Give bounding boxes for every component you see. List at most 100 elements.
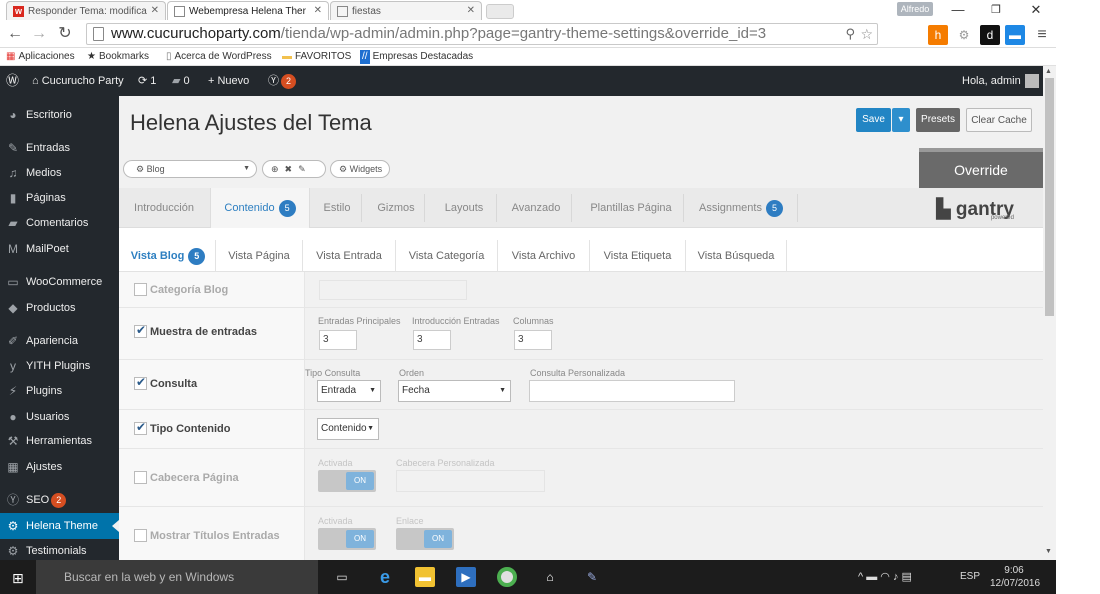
close-tab-icon[interactable]: ✕ xyxy=(151,5,159,16)
subtab-vista-entrada[interactable]: Vista Entrada xyxy=(303,240,396,272)
tab-gizmos[interactable]: Gizmos xyxy=(371,188,421,228)
subtab-vista-archivo[interactable]: Vista Archivo xyxy=(498,240,590,272)
tipo-contenido-checkbox[interactable] xyxy=(134,420,147,435)
bookmark-empresas[interactable]: //Empresas Destacadas xyxy=(360,50,473,64)
close-window-icon[interactable]: ✕ xyxy=(1024,2,1048,18)
restore-icon[interactable]: ❐ xyxy=(984,2,1008,18)
tray-icons[interactable]: ^ ▬ ◠ ♪ ▤ xyxy=(858,560,912,594)
save-button[interactable]: Save xyxy=(856,108,891,132)
sidebar-item-escritorio[interactable]: ◕ Escritorio xyxy=(0,102,119,128)
presets-button[interactable]: Presets xyxy=(916,108,960,132)
sidebar-item-helena-theme[interactable]: ⚙ Helena Theme xyxy=(0,513,119,539)
tab-avanzado[interactable]: Avanzado xyxy=(505,188,567,228)
sidebar-item-productos[interactable]: ◆ Productos xyxy=(0,295,119,321)
chrome-icon[interactable] xyxy=(497,567,517,587)
sidebar-item-seo[interactable]: Ⓨ SEO 2 xyxy=(0,487,119,513)
categoria-blog-checkbox[interactable] xyxy=(134,283,147,296)
reload-icon[interactable]: ↻ xyxy=(56,24,74,44)
categoria-blog-input[interactable] xyxy=(319,280,467,300)
browser-tab-responder[interactable]: w Responder Tema: modifica ✕ xyxy=(6,1,166,20)
edge-icon[interactable]: e xyxy=(375,567,395,587)
wordpress-logo-icon[interactable]: Ⓦ xyxy=(6,66,19,96)
override-actions[interactable]: ⊕✖✎ xyxy=(262,160,326,178)
task-view-icon[interactable]: ▭ xyxy=(332,567,352,587)
cabecera-personalizada-input[interactable] xyxy=(396,470,545,492)
extension-blue-icon[interactable]: ▬ xyxy=(1005,25,1025,45)
subtab-vista-blog[interactable]: Vista Blog 5 xyxy=(123,240,213,272)
scroll-down-icon[interactable]: ▼ xyxy=(1045,548,1052,555)
back-arrow-icon[interactable]: ← xyxy=(6,24,24,44)
edit-icon[interactable]: ✎ xyxy=(298,164,312,174)
titulos-enlace-toggle[interactable]: ON xyxy=(396,528,454,550)
language-indicator[interactable]: ESP xyxy=(960,560,980,594)
close-tab-icon[interactable]: ✕ xyxy=(314,5,322,16)
minimize-icon[interactable]: — xyxy=(946,2,970,18)
widgets-button[interactable]: ⚙ Widgets xyxy=(330,160,390,178)
titulos-activada-toggle[interactable]: ON xyxy=(318,528,376,550)
cabecera-pagina-checkbox[interactable] xyxy=(134,471,147,484)
extension-dark-icon[interactable]: d xyxy=(980,25,1000,45)
delete-icon[interactable]: ✖ xyxy=(285,164,299,174)
bookmark-bookmarks[interactable]: ★ Bookmarks xyxy=(87,50,149,64)
extension-gear-icon[interactable]: ⚙ xyxy=(954,25,974,45)
mostrar-titulos-checkbox[interactable] xyxy=(134,529,147,542)
windows-start-icon[interactable]: ⊞ xyxy=(12,570,24,587)
scroll-up-icon[interactable]: ▲ xyxy=(1045,68,1052,75)
sidebar-item-herramientas[interactable]: ⚒ Herramientas xyxy=(0,428,119,454)
tab-contenido[interactable]: Contenido 5 xyxy=(210,188,310,228)
entradas-principales-input[interactable]: 3 xyxy=(319,330,357,350)
bookmark-favoritos[interactable]: ▬ FAVORITOS xyxy=(282,50,351,64)
tab-estilo[interactable]: Estilo xyxy=(315,188,359,228)
consulta-personalizada-input[interactable] xyxy=(529,380,735,402)
browser-menu-icon[interactable]: ≡ xyxy=(1032,25,1052,45)
bookmark-wordpress[interactable]: ▯ Acerca de WordPress xyxy=(166,50,272,64)
tab-introduccion[interactable]: Introducción xyxy=(123,188,205,228)
sidebar-item-comentarios[interactable]: ▰ Comentarios xyxy=(0,210,119,236)
tab-assignments[interactable]: Assignments 5 xyxy=(691,188,791,228)
consulta-checkbox[interactable] xyxy=(134,375,147,390)
extension-orange-icon[interactable]: h xyxy=(928,25,948,45)
account-menu[interactable]: Hola, admin xyxy=(962,66,1039,96)
sidebar-item-plugins[interactable]: ⚡ Plugins xyxy=(0,378,119,404)
file-explorer-icon[interactable]: ▬ xyxy=(415,567,435,587)
store-icon[interactable]: ⌂ xyxy=(540,567,560,587)
subtab-vista-categoria[interactable]: Vista Categoría xyxy=(396,240,498,272)
new-content-link[interactable]: + Nuevo xyxy=(208,66,249,96)
introduccion-entradas-input[interactable]: 3 xyxy=(413,330,451,350)
add-icon[interactable]: ⊕ xyxy=(271,164,285,174)
new-tab-button[interactable] xyxy=(486,4,514,19)
sidebar-item-paginas[interactable]: ▮ Páginas xyxy=(0,185,119,211)
override-select[interactable]: ⚙ Blog ▼ xyxy=(123,160,257,178)
sidebar-item-apariencia[interactable]: ✐ Apariencia xyxy=(0,328,119,354)
sidebar-item-mailpoet[interactable]: M MailPoet xyxy=(0,236,119,262)
updates-link[interactable]: ⟳ 1 xyxy=(138,66,156,96)
browser-tab-webempresa[interactable]: Webempresa Helena Ther ✕ xyxy=(167,1,329,20)
sidebar-item-yith[interactable]: y YITH Plugins xyxy=(0,353,119,379)
tipo-consulta-select[interactable]: Entrada xyxy=(317,380,381,402)
star-icon[interactable]: ☆ xyxy=(860,24,873,44)
orden-select[interactable]: Fecha xyxy=(398,380,511,402)
sidebar-item-medios[interactable]: ♫ Medios xyxy=(0,160,119,186)
forward-arrow-icon[interactable]: → xyxy=(30,24,48,44)
taskbar-search[interactable]: Buscar en la web y en Windows xyxy=(36,560,318,594)
sidebar-item-usuarios[interactable]: ● Usuarios xyxy=(0,404,119,430)
profile-badge[interactable]: Alfredo xyxy=(897,2,933,16)
muestra-entradas-checkbox[interactable] xyxy=(134,323,147,338)
sidebar-item-entradas[interactable]: ✎ Entradas xyxy=(0,135,119,161)
columnas-input[interactable]: 3 xyxy=(514,330,552,350)
sidebar-item-ajustes[interactable]: ▦ Ajustes xyxy=(0,454,119,480)
scroll-thumb[interactable] xyxy=(1045,78,1054,316)
bookmark-apps[interactable]: ▦ Aplicaciones xyxy=(6,50,75,64)
zoom-icon[interactable]: ⚲ xyxy=(845,24,855,44)
clear-cache-button[interactable]: Clear Cache xyxy=(966,108,1032,132)
tab-layouts[interactable]: Layouts xyxy=(435,188,493,228)
site-name-link[interactable]: ⌂ Cucurucho Party xyxy=(32,66,124,96)
cabecera-activada-toggle[interactable]: ON xyxy=(318,470,376,492)
browser-tab-fiestas[interactable]: fiestas ✕ xyxy=(330,1,482,20)
subtab-vista-busqueda[interactable]: Vista Búsqueda xyxy=(686,240,787,272)
tipo-contenido-select[interactable]: Contenido xyxy=(317,418,379,440)
url-input[interactable]: www.cucuruchoparty.com/tienda/wp-admin/a… xyxy=(86,23,878,45)
save-dropdown-button[interactable]: ▾ xyxy=(892,108,910,132)
paint-icon[interactable]: ✎ xyxy=(582,567,602,587)
comments-link[interactable]: ▰ 0 xyxy=(172,66,190,96)
